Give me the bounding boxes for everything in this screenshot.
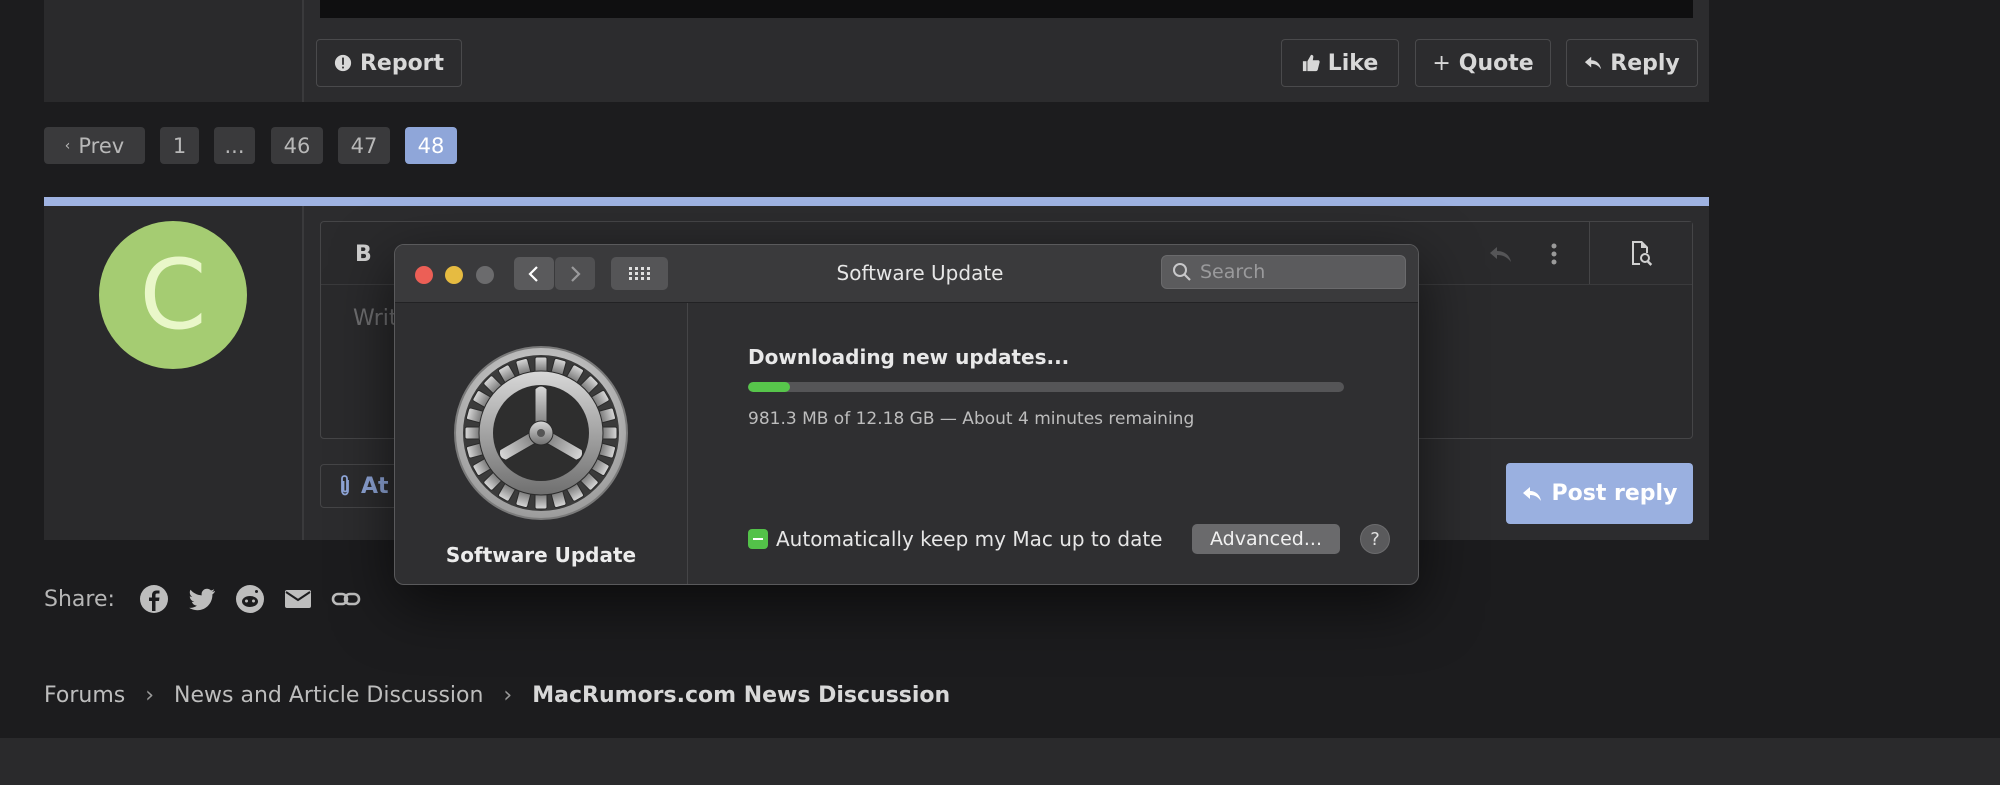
- plus-icon: +: [1432, 50, 1451, 76]
- window-titlebar[interactable]: Software Update: [395, 245, 1418, 303]
- pagination-page-1[interactable]: 1: [160, 127, 199, 164]
- pagination-prev-button[interactable]: ‹ Prev: [44, 127, 145, 164]
- prev-label: Prev: [78, 133, 125, 158]
- quote-label: Quote: [1458, 50, 1534, 76]
- twitter-icon[interactable]: [187, 584, 217, 614]
- pagination-ellipsis[interactable]: ...: [214, 127, 255, 164]
- software-update-window: Software Update Search Software Update D…: [394, 244, 1419, 585]
- search-field[interactable]: [1161, 255, 1406, 289]
- page-footer-bar: [0, 738, 2000, 785]
- download-status: Downloading new updates...: [748, 345, 1070, 369]
- search-input[interactable]: [1200, 261, 1390, 283]
- avatar[interactable]: C: [99, 221, 247, 369]
- post-user-pane: [44, 0, 304, 102]
- auto-update-checkbox[interactable]: [748, 529, 768, 549]
- show-all-button[interactable]: [611, 257, 668, 290]
- chevron-left-icon: ‹: [64, 137, 71, 154]
- window-close-button[interactable]: [415, 266, 433, 284]
- reply-label: Reply: [1610, 50, 1680, 76]
- like-button[interactable]: Like: [1281, 39, 1399, 87]
- chevron-left-icon: [528, 265, 538, 282]
- search-icon: [1173, 263, 1191, 281]
- pagination-page-46[interactable]: 46: [271, 127, 323, 164]
- reply-user-pane: C: [44, 206, 304, 540]
- post-reply-label: Post reply: [1551, 481, 1678, 506]
- software-update-gear-icon: [451, 343, 631, 523]
- reddit-icon[interactable]: [235, 584, 265, 614]
- link-icon[interactable]: [331, 584, 361, 614]
- help-button[interactable]: ?: [1360, 524, 1390, 554]
- breadcrumb-item-news[interactable]: News and Article Discussion: [174, 683, 483, 708]
- breadcrumb: Forums › News and Article Discussion › M…: [44, 683, 950, 708]
- download-detail: 981.3 MB of 12.18 GB — About 4 minutes r…: [748, 409, 1195, 429]
- breadcrumb-item-forums[interactable]: Forums: [44, 683, 125, 708]
- editor-placeholder: Writ: [353, 306, 398, 331]
- report-label: Report: [359, 50, 445, 76]
- chevron-right-icon: ›: [145, 683, 155, 708]
- update-content: Downloading new updates... 981.3 MB of 1…: [688, 303, 1418, 584]
- pagination-page-47[interactable]: 47: [338, 127, 390, 164]
- document-search-icon: [1632, 241, 1653, 266]
- paperclip-icon: [341, 475, 349, 496]
- post-media: [320, 0, 1693, 18]
- reply-icon: [1522, 486, 1541, 501]
- facebook-icon[interactable]: [139, 584, 169, 614]
- window-minimize-button[interactable]: [445, 266, 463, 284]
- like-label: Like: [1327, 50, 1379, 76]
- window-zoom-button[interactable]: [476, 266, 494, 284]
- post-reply-button[interactable]: Post reply: [1506, 463, 1693, 524]
- forward-button[interactable]: [555, 257, 595, 290]
- attach-label: At: [361, 473, 389, 499]
- sidebar-title: Software Update: [445, 543, 637, 567]
- reply-button[interactable]: Reply: [1566, 39, 1698, 87]
- report-icon: [334, 54, 352, 72]
- quote-button[interactable]: + Quote: [1415, 39, 1551, 87]
- window-title: Software Update: [836, 261, 1004, 285]
- reply-accent-bar: [44, 197, 1709, 206]
- advanced-button[interactable]: Advanced...: [1192, 524, 1340, 554]
- window-sidebar: Software Update: [395, 303, 688, 584]
- pagination-page-48-current[interactable]: 48: [405, 127, 457, 164]
- chevron-right-icon: ›: [503, 683, 513, 708]
- thumbs-up-icon: [1302, 54, 1320, 72]
- reply-icon: [1585, 56, 1602, 70]
- grid-icon: [628, 266, 650, 280]
- share-label: Share:: [44, 586, 115, 612]
- previous-post: Report Like + Quote Reply: [44, 0, 1709, 102]
- preview-button[interactable]: [1589, 222, 1692, 284]
- share-bar: Share:: [44, 584, 361, 614]
- undo-icon[interactable]: [1488, 245, 1514, 265]
- email-icon[interactable]: [283, 584, 313, 614]
- auto-update-label: Automatically keep my Mac up to date: [776, 527, 1163, 551]
- more-vertical-icon[interactable]: [1549, 242, 1559, 266]
- back-button[interactable]: [514, 257, 554, 290]
- auto-update-option[interactable]: Automatically keep my Mac up to date: [748, 527, 1162, 551]
- download-progress-fill: [748, 382, 790, 392]
- download-progress-bar: [748, 382, 1344, 392]
- breadcrumb-current[interactable]: MacRumors.com News Discussion: [532, 683, 950, 708]
- chevron-right-icon: [571, 265, 581, 282]
- report-button[interactable]: Report: [316, 39, 462, 87]
- bold-button[interactable]: B: [355, 242, 372, 267]
